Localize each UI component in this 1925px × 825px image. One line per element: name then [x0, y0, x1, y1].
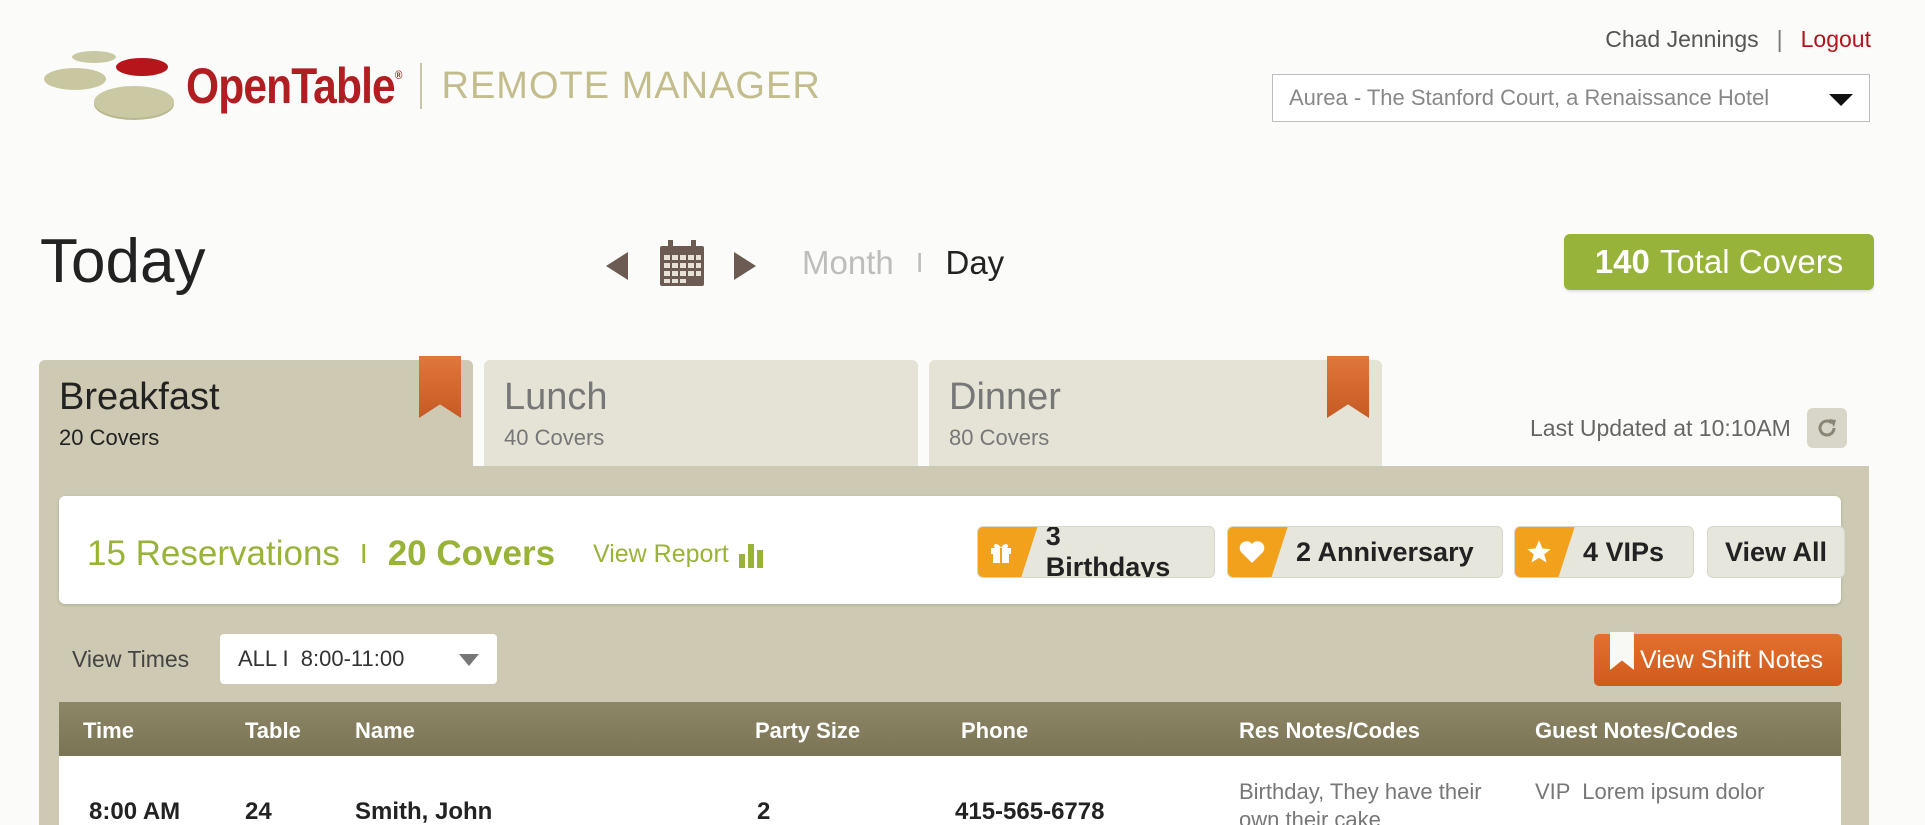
view-report-label: View Report: [593, 540, 729, 568]
birthdays-label: 3 Birthdays: [1045, 526, 1171, 578]
brand-name: OpenTable®: [186, 58, 402, 114]
chevron-down-icon: [459, 654, 479, 666]
cell-table: 24: [245, 798, 272, 825]
cell-guest-notes: VIP Lorem ipsum dolor: [1535, 779, 1765, 804]
logout-link[interactable]: Logout: [1801, 26, 1871, 53]
last-updated: Last Updated at 10:10AM: [1530, 408, 1847, 448]
cell-time: 8:00 AM: [89, 798, 181, 825]
column-header-table[interactable]: Table: [245, 718, 301, 744]
tab-title: Dinner: [949, 376, 1061, 418]
venue-value: Aurea - The Stanford Court, a Renaissanc…: [1289, 85, 1770, 110]
column-header-res-notes[interactable]: Res Notes/Codes: [1239, 718, 1420, 744]
tab-title: Lunch: [504, 376, 608, 418]
chevron-down-icon: [1829, 94, 1853, 106]
cell-party-size: 2: [757, 798, 771, 825]
logo-dots-icon: [40, 46, 180, 126]
heart-icon: [1228, 527, 1288, 577]
tab-covers: 20 Covers: [59, 425, 160, 450]
tab-dinner[interactable]: Dinner 80 Covers: [929, 356, 1382, 466]
star-icon: [1515, 527, 1575, 577]
tab-lunch[interactable]: Lunch 40 Covers: [484, 360, 918, 466]
column-header-party-size[interactable]: Party Size: [755, 718, 860, 744]
view-toggle: Month I Day: [802, 244, 1004, 282]
birthdays-filter-button[interactable]: 3 Birthdays: [977, 526, 1215, 578]
month-view-link[interactable]: Month: [802, 244, 894, 282]
view-all-button[interactable]: View All: [1707, 526, 1845, 578]
column-header-time[interactable]: Time: [83, 718, 134, 744]
reservation-summary: 15 Reservations I 20 Covers: [87, 534, 555, 574]
view-report-link[interactable]: View Report: [593, 540, 763, 569]
bookmark-icon: [1610, 632, 1634, 670]
page-title: Today: [40, 227, 206, 296]
user-name: Chad Jennings: [1605, 26, 1759, 52]
cell-name: Smith, John: [355, 798, 493, 825]
reservations-panel: 15 Reservations I 20 Covers View Report …: [39, 466, 1869, 825]
tab-covers: 80 Covers: [949, 425, 1050, 450]
anniversary-filter-button[interactable]: 2 Anniversary: [1227, 526, 1503, 578]
view-times-value: ALL I 8:00-11:00: [238, 646, 405, 671]
view-times-select[interactable]: ALL I 8:00-11:00: [220, 634, 497, 684]
vips-filter-button[interactable]: 4 VIPs: [1514, 526, 1694, 578]
column-header-phone[interactable]: Phone: [961, 718, 1028, 744]
column-header-name[interactable]: Name: [355, 718, 415, 744]
venue-select[interactable]: Aurea - The Stanford Court, a Renaissanc…: [1272, 74, 1870, 122]
vips-label: 4 VIPs: [1583, 536, 1665, 567]
user-separator: |: [1776, 26, 1783, 52]
cell-res-notes: Birthday, They have their own their cake: [1239, 779, 1482, 825]
previous-date-arrow-icon[interactable]: [606, 252, 628, 280]
table-header: Time Table Name Party Size Phone Res Not…: [59, 702, 1841, 756]
summary-bar: 15 Reservations I 20 Covers View Report …: [59, 496, 1845, 604]
brand-divider: [419, 63, 422, 109]
cell-phone: 415-565-6778: [955, 798, 1105, 825]
tab-breakfast[interactable]: Breakfast 20 Covers: [39, 356, 473, 472]
next-date-arrow-icon[interactable]: [734, 252, 756, 280]
refresh-icon: [1818, 419, 1836, 437]
view-times-label: View Times: [72, 646, 190, 672]
view-shift-notes-label: View Shift Notes: [1640, 645, 1823, 674]
tab-covers: 40 Covers: [504, 425, 605, 450]
covers-count: 20 Covers: [387, 534, 556, 573]
total-covers-label: Total Covers: [1659, 243, 1844, 280]
opentable-logo: OpenTable® REMOTE MANAGER: [40, 46, 821, 126]
column-header-guest-notes[interactable]: Guest Notes/Codes: [1535, 718, 1738, 744]
gift-icon: [978, 527, 1038, 577]
view-all-label: View All: [1724, 536, 1828, 567]
view-separator: I: [915, 247, 924, 278]
bar-chart-icon: [738, 542, 763, 568]
user-area: Chad Jennings | Logout: [1605, 26, 1871, 53]
total-covers-badge: 140 Total Covers: [1564, 234, 1874, 290]
last-updated-text: Last Updated at 10:10AM: [1530, 414, 1791, 441]
day-view-link[interactable]: Day: [946, 244, 1005, 282]
total-covers-count: 140: [1594, 243, 1650, 280]
product-name: REMOTE MANAGER: [441, 64, 821, 107]
view-shift-notes-button[interactable]: View Shift Notes: [1594, 632, 1842, 686]
anniversary-label: 2 Anniversary: [1296, 536, 1474, 567]
refresh-button[interactable]: [1806, 408, 1847, 448]
table-row[interactable]: 8:00 AM 24 Smith, John 2 415-565-6778 Bi…: [59, 756, 1841, 825]
summary-separator: I: [359, 538, 368, 569]
tab-title: Breakfast: [59, 376, 220, 418]
reservation-count: 15 Reservations: [87, 534, 340, 573]
calendar-icon[interactable]: [658, 238, 706, 288]
